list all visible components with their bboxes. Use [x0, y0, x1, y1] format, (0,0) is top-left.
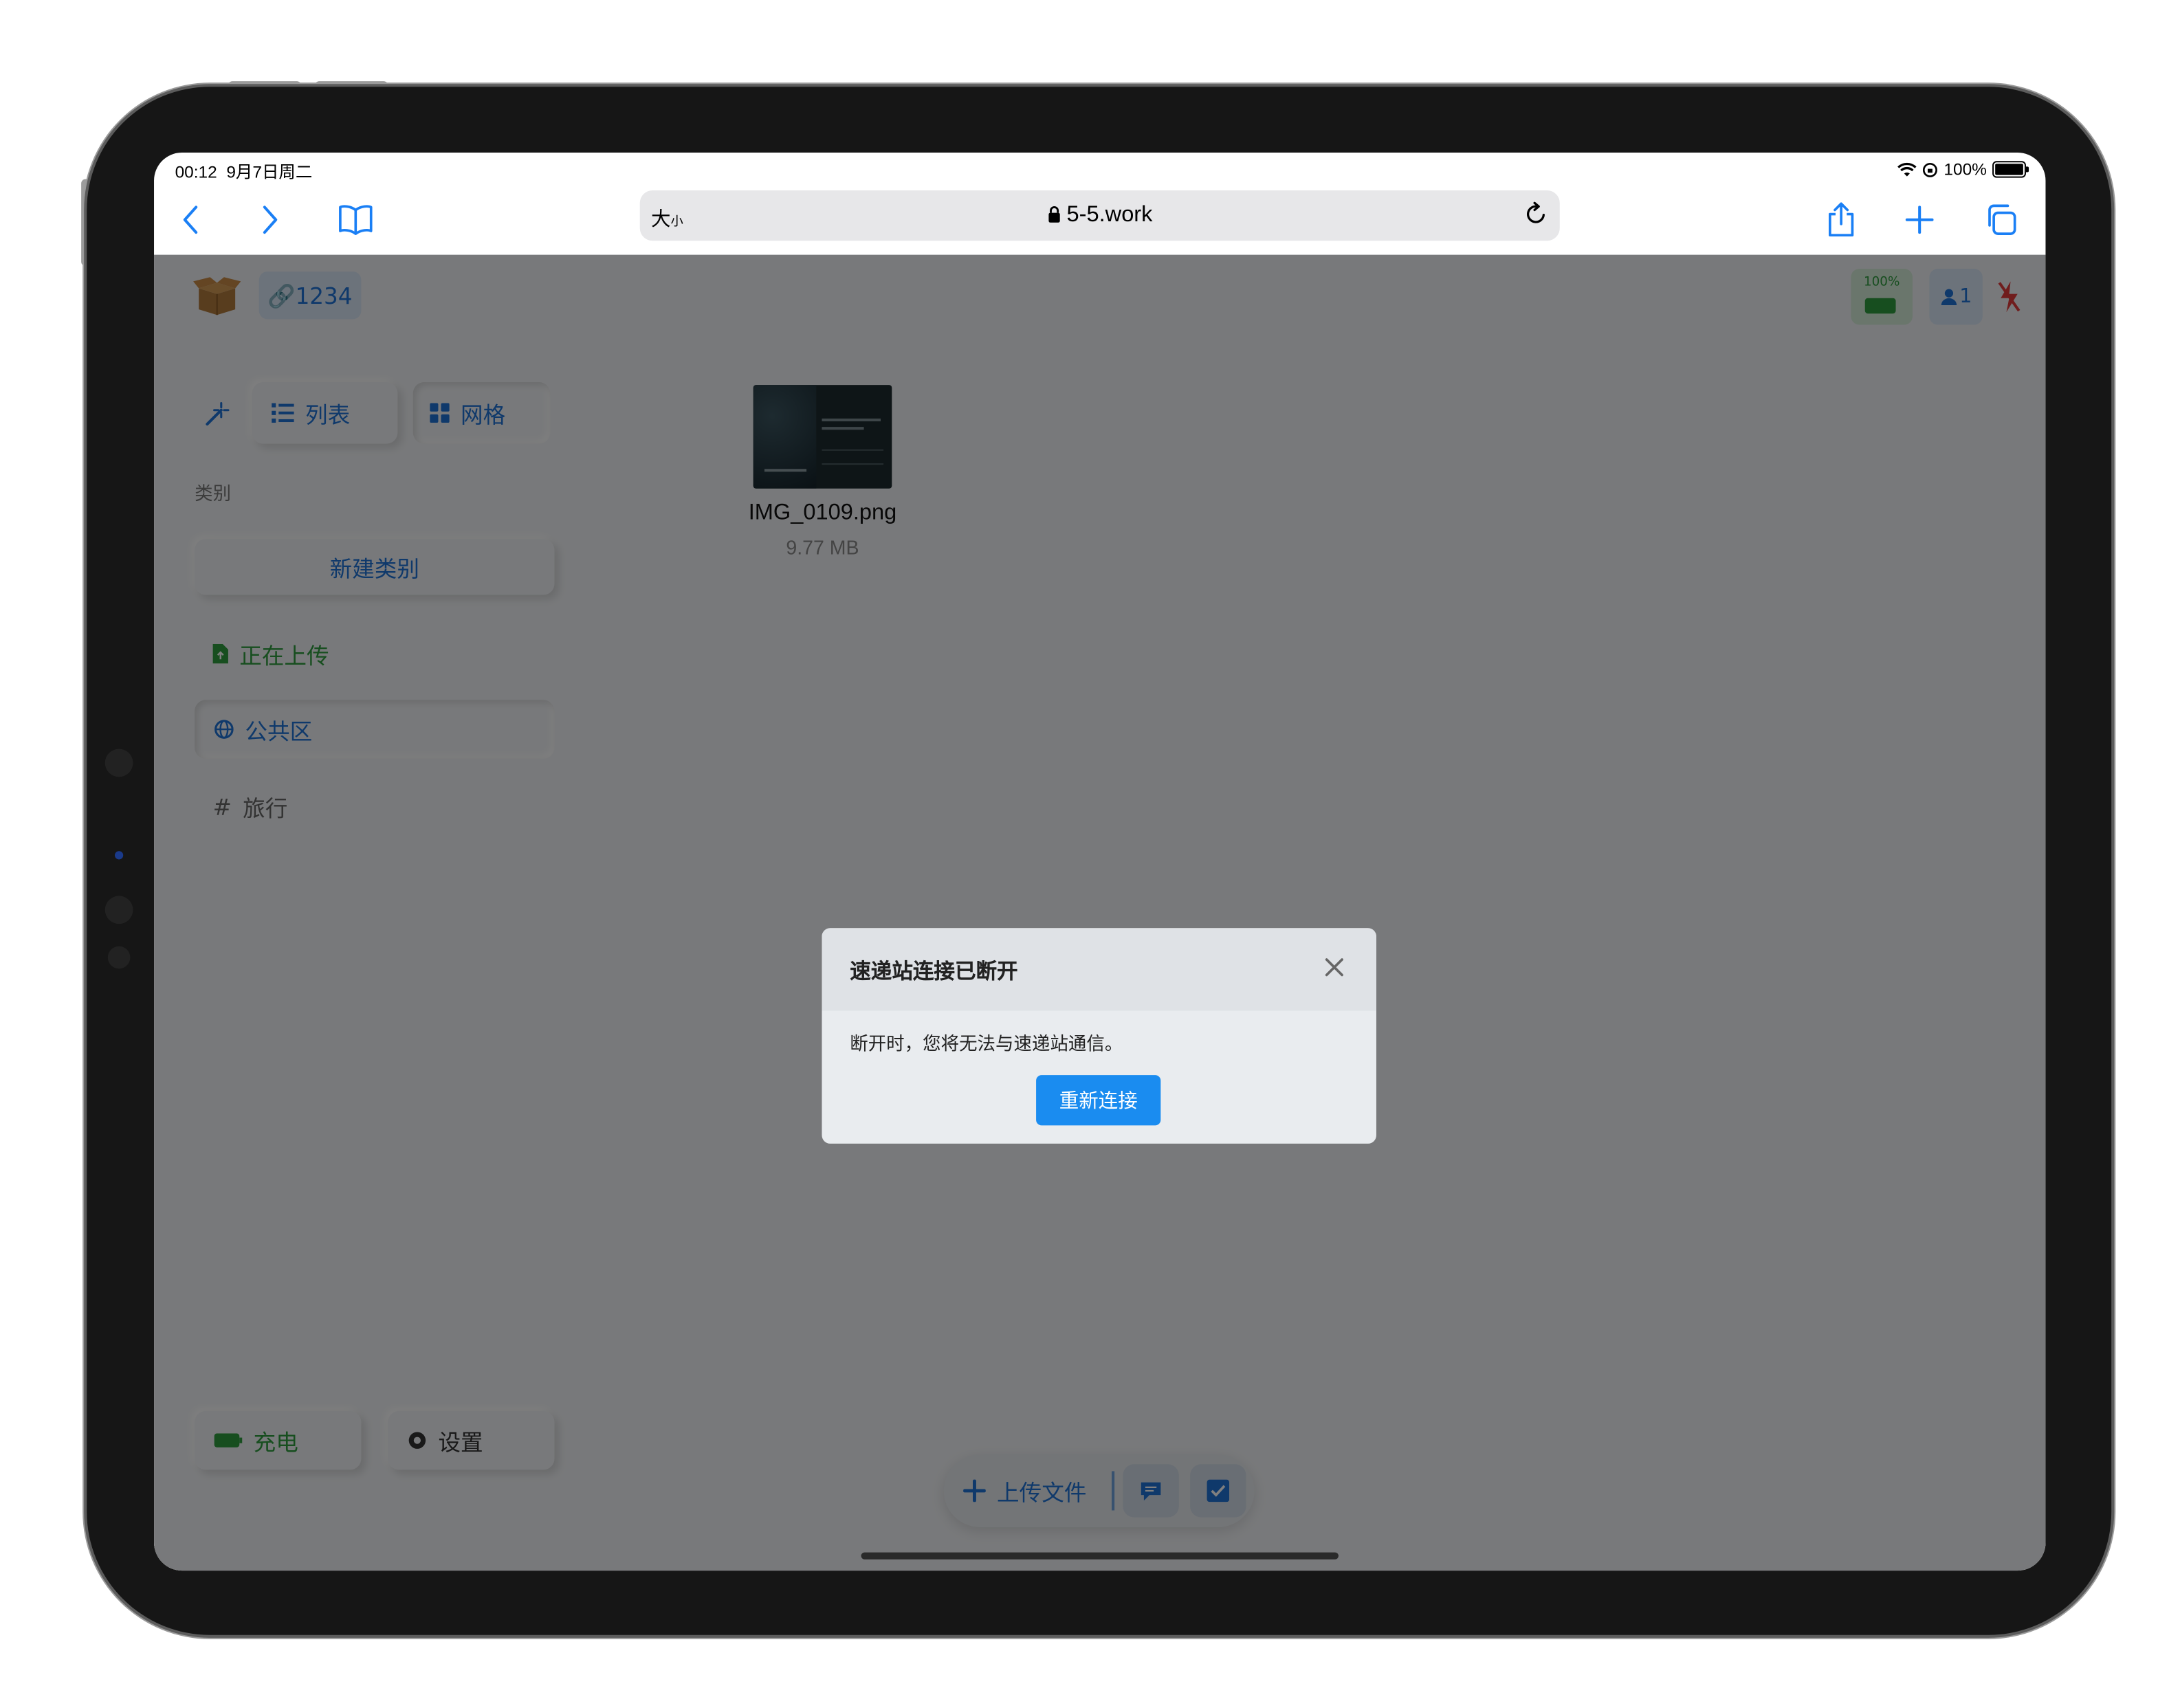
web-page: 🔗1234 100% 1 — [154, 254, 2046, 1571]
back-icon — [183, 206, 198, 234]
share-icon — [1829, 202, 1854, 236]
status-bar: 00:12 9月7日周二 100% — [154, 153, 2045, 186]
share-button[interactable] — [1819, 197, 1864, 242]
new-tab-icon — [1905, 206, 1934, 234]
forward-button[interactable] — [247, 197, 292, 242]
screenshot-stage: 00:12 9月7日周二 100% 大小 5-5.work 速递站连接已断开 断… — [0, 0, 2180, 1708]
tabs-button[interactable] — [1979, 197, 2023, 242]
magnet-dot — [107, 946, 131, 969]
close-icon — [1325, 958, 1343, 977]
new-tab-button[interactable] — [1897, 197, 1942, 242]
bookmarks-icon — [339, 205, 373, 235]
screen: 00:12 9月7日周二 100% 大小 5-5.work 速递站连接已断开 断… — [154, 152, 2046, 1571]
status-time: 00:12 9月7日周二 — [175, 162, 313, 182]
disconnect-dialog: 速递站连接已断开 断开时，您将无法与速递站通信。 重新连接 — [822, 928, 1376, 1144]
battery-icon — [1992, 161, 2029, 178]
camera-icon — [115, 851, 124, 860]
browser-toolbar: 大小 5-5.work — [154, 186, 2045, 255]
forward-icon — [263, 206, 278, 234]
reload-button[interactable] — [1523, 201, 1549, 232]
lock-icon — [1048, 206, 1060, 223]
reconnect-button[interactable]: 重新连接 — [1036, 1075, 1161, 1126]
dialog-title: 速递站连接已断开 — [850, 959, 1018, 984]
magnet-dot — [104, 748, 133, 777]
address-bar[interactable]: 大小 5-5.work — [639, 190, 1560, 241]
status-right: 100% — [1897, 159, 2029, 179]
battery-percent: 100% — [1944, 159, 1987, 179]
home-indicator[interactable] — [861, 1552, 1339, 1560]
bookmarks-button[interactable] — [333, 197, 378, 242]
magnet-dot — [104, 896, 133, 924]
dialog-message: 断开时，您将无法与速递站通信。 — [850, 1034, 1123, 1056]
reload-icon — [1527, 201, 1545, 223]
back-button[interactable] — [168, 197, 212, 242]
modal-backdrop[interactable] — [154, 254, 2046, 1571]
wifi-icon — [1897, 162, 1917, 176]
dialog-close-button[interactable] — [1321, 953, 1349, 981]
dialog-header: 速递站连接已断开 — [822, 928, 1376, 1011]
url-display[interactable]: 5-5.work — [640, 203, 1560, 228]
tabs-icon — [1988, 204, 2016, 235]
orientation-lock-icon — [1923, 162, 1938, 177]
